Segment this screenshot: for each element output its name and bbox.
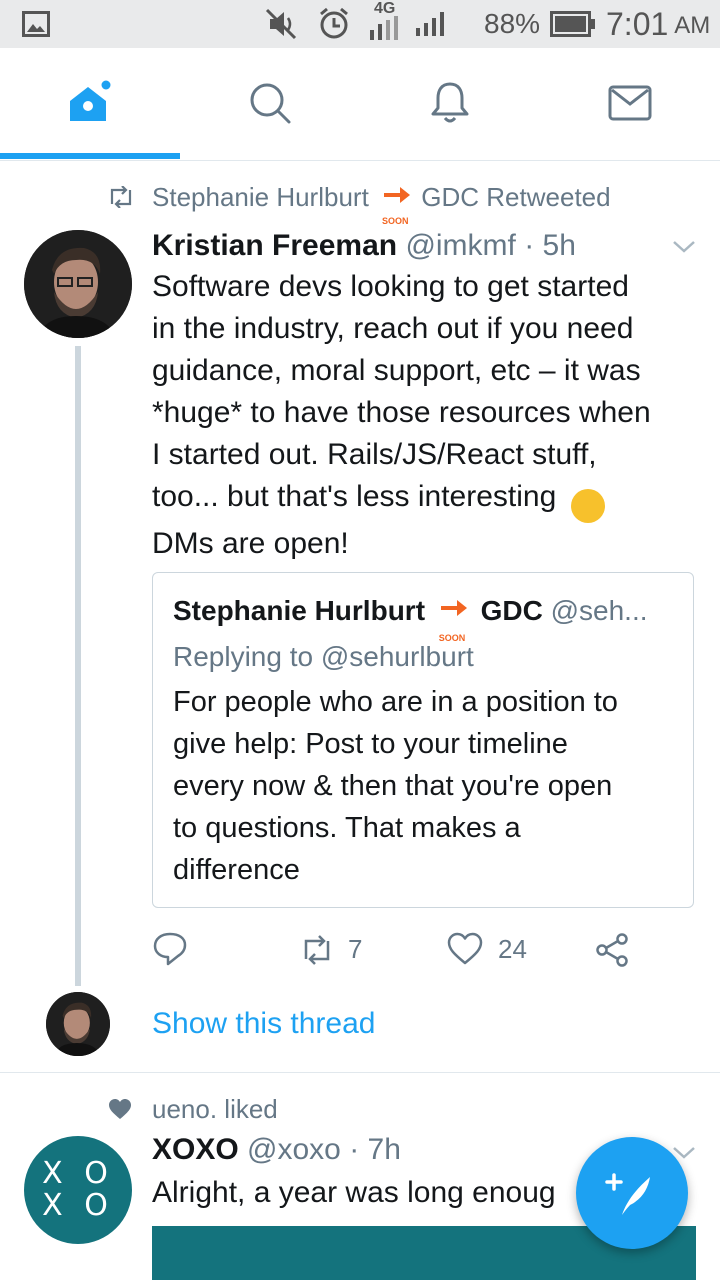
avatar[interactable]: X O X O bbox=[24, 1136, 132, 1244]
author-name[interactable]: Kristian Freeman bbox=[152, 229, 397, 262]
signal-4g-icon: 4G bbox=[368, 0, 400, 48]
heart-filled-icon bbox=[108, 1098, 132, 1125]
tab-bar bbox=[0, 48, 720, 161]
active-tab-indicator bbox=[0, 153, 180, 159]
quote-text-line: every now & then that you're open bbox=[173, 770, 613, 802]
quote-header: Stephanie Hurlburt SOON GDC @seh... bbox=[173, 591, 648, 643]
mute-icon bbox=[264, 0, 298, 48]
quote-text-line: to questions. That makes a bbox=[173, 812, 521, 844]
quote-text-line: give help: Post to your timeline bbox=[173, 728, 568, 760]
retweet-action-icon bbox=[304, 934, 330, 965]
compose-feather-icon bbox=[605, 1173, 650, 1215]
tweet-text: Software devs looking to get started in … bbox=[152, 266, 712, 565]
quote-text-line: For people who are in a position to bbox=[173, 686, 618, 718]
retweet-suffix: GDC Retweeted bbox=[421, 182, 611, 212]
author-handle[interactable]: @xoxo bbox=[247, 1133, 341, 1166]
quote-author-handle: @seh... bbox=[550, 595, 648, 626]
liked-context: ueno. liked bbox=[152, 1094, 278, 1124]
retweet-icon bbox=[106, 185, 136, 213]
reply-icon bbox=[153, 932, 187, 966]
tweet-text-line: guidance, moral support, etc – it was bbox=[152, 354, 641, 387]
chevron-down-icon bbox=[673, 241, 695, 253]
gallery-notification-icon bbox=[22, 0, 50, 48]
tweet-time: · 5h bbox=[524, 229, 576, 262]
tab-search[interactable] bbox=[180, 48, 360, 158]
alarm-icon bbox=[318, 0, 350, 48]
status-bar: 4G 88% 7:01 AM bbox=[0, 0, 720, 48]
quote-replying-to: Replying to @sehurlburt bbox=[173, 641, 474, 672]
battery-percent: 88% bbox=[484, 8, 541, 39]
tweet-text-line: *huge* to have those resources when bbox=[152, 396, 651, 429]
tab-home[interactable] bbox=[0, 48, 180, 158]
thread-line bbox=[75, 346, 81, 986]
avatar[interactable] bbox=[24, 230, 132, 338]
tweet-time: · 7h bbox=[349, 1133, 401, 1166]
search-icon bbox=[250, 83, 291, 124]
retweet-button[interactable]: 7 bbox=[298, 934, 362, 965]
quoted-tweet[interactable]: Stephanie Hurlburt SOON GDC @seh... Repl… bbox=[152, 572, 694, 908]
tweet-text-line: I started out. Rails/JS/React stuff, bbox=[152, 438, 597, 471]
battery-icon bbox=[550, 0, 596, 48]
retweeter-name[interactable]: Stephanie Hurlburt bbox=[152, 182, 369, 212]
mail-icon bbox=[608, 85, 652, 121]
tweet-text-line: DMs are open! bbox=[152, 527, 349, 560]
signal-icon bbox=[414, 0, 446, 48]
quote-author-suffix: GDC bbox=[480, 595, 543, 626]
quote-author-name: Stephanie Hurlburt bbox=[173, 595, 426, 626]
show-thread-link[interactable]: Show this thread bbox=[152, 1004, 375, 1044]
tweet-header: Kristian Freeman @imkmf · 5h bbox=[152, 226, 576, 266]
retweet-context: Stephanie Hurlburt SOON GDC Retweeted bbox=[152, 180, 611, 226]
avatar-logo-top: X O bbox=[42, 1156, 114, 1191]
arrow-right-icon bbox=[384, 187, 411, 204]
avatar-photo bbox=[24, 230, 132, 338]
clock-time: 7:01 bbox=[606, 5, 669, 42]
retweet-count: 7 bbox=[348, 934, 363, 964]
network-label: 4G bbox=[374, 0, 396, 17]
tab-messages[interactable] bbox=[540, 48, 720, 158]
clock-ampm: AM bbox=[674, 12, 711, 39]
author-name[interactable]: XOXO bbox=[152, 1133, 239, 1166]
reply-button[interactable] bbox=[152, 930, 188, 973]
like-count: 24 bbox=[498, 933, 527, 964]
tweet-text-line: too... but that's less interesting bbox=[152, 480, 557, 513]
tweet-menu-button[interactable] bbox=[670, 236, 698, 261]
tweet-text-line: Software devs looking to get started bbox=[152, 270, 629, 303]
quote-soon-badge: SOON bbox=[437, 597, 469, 643]
like-button[interactable]: 24 bbox=[446, 932, 527, 966]
thread-avatar[interactable] bbox=[46, 992, 110, 1056]
arrow-right-icon bbox=[440, 599, 467, 616]
avatar-photo bbox=[46, 992, 110, 1056]
avatar-logo-bottom: X O bbox=[42, 1188, 114, 1223]
tweet-text: Alright, a year was long enoug bbox=[152, 1176, 556, 1209]
compose-tweet-button[interactable] bbox=[576, 1137, 688, 1249]
quote-text-line: difference bbox=[173, 854, 300, 886]
share-button[interactable] bbox=[594, 932, 630, 973]
smile-emoji: 😊 bbox=[570, 489, 605, 523]
bell-icon bbox=[431, 82, 469, 123]
tweet-divider bbox=[0, 1072, 720, 1073]
heart-icon bbox=[447, 932, 483, 965]
author-handle[interactable]: @imkmf bbox=[405, 229, 515, 262]
share-icon bbox=[596, 933, 628, 967]
home-icon bbox=[70, 80, 111, 121]
tab-notifications[interactable] bbox=[360, 48, 540, 158]
tweet-header: XOXO @xoxo · 7h bbox=[152, 1130, 401, 1170]
tweet-text-line: in the industry, reach out if you need bbox=[152, 312, 634, 345]
tweet-text-line-with-emoji: too... but that's less interesting 😊 bbox=[152, 476, 712, 523]
quote-text: For people who are in a position to give… bbox=[173, 681, 618, 891]
soon-badge: SOON bbox=[380, 184, 411, 226]
